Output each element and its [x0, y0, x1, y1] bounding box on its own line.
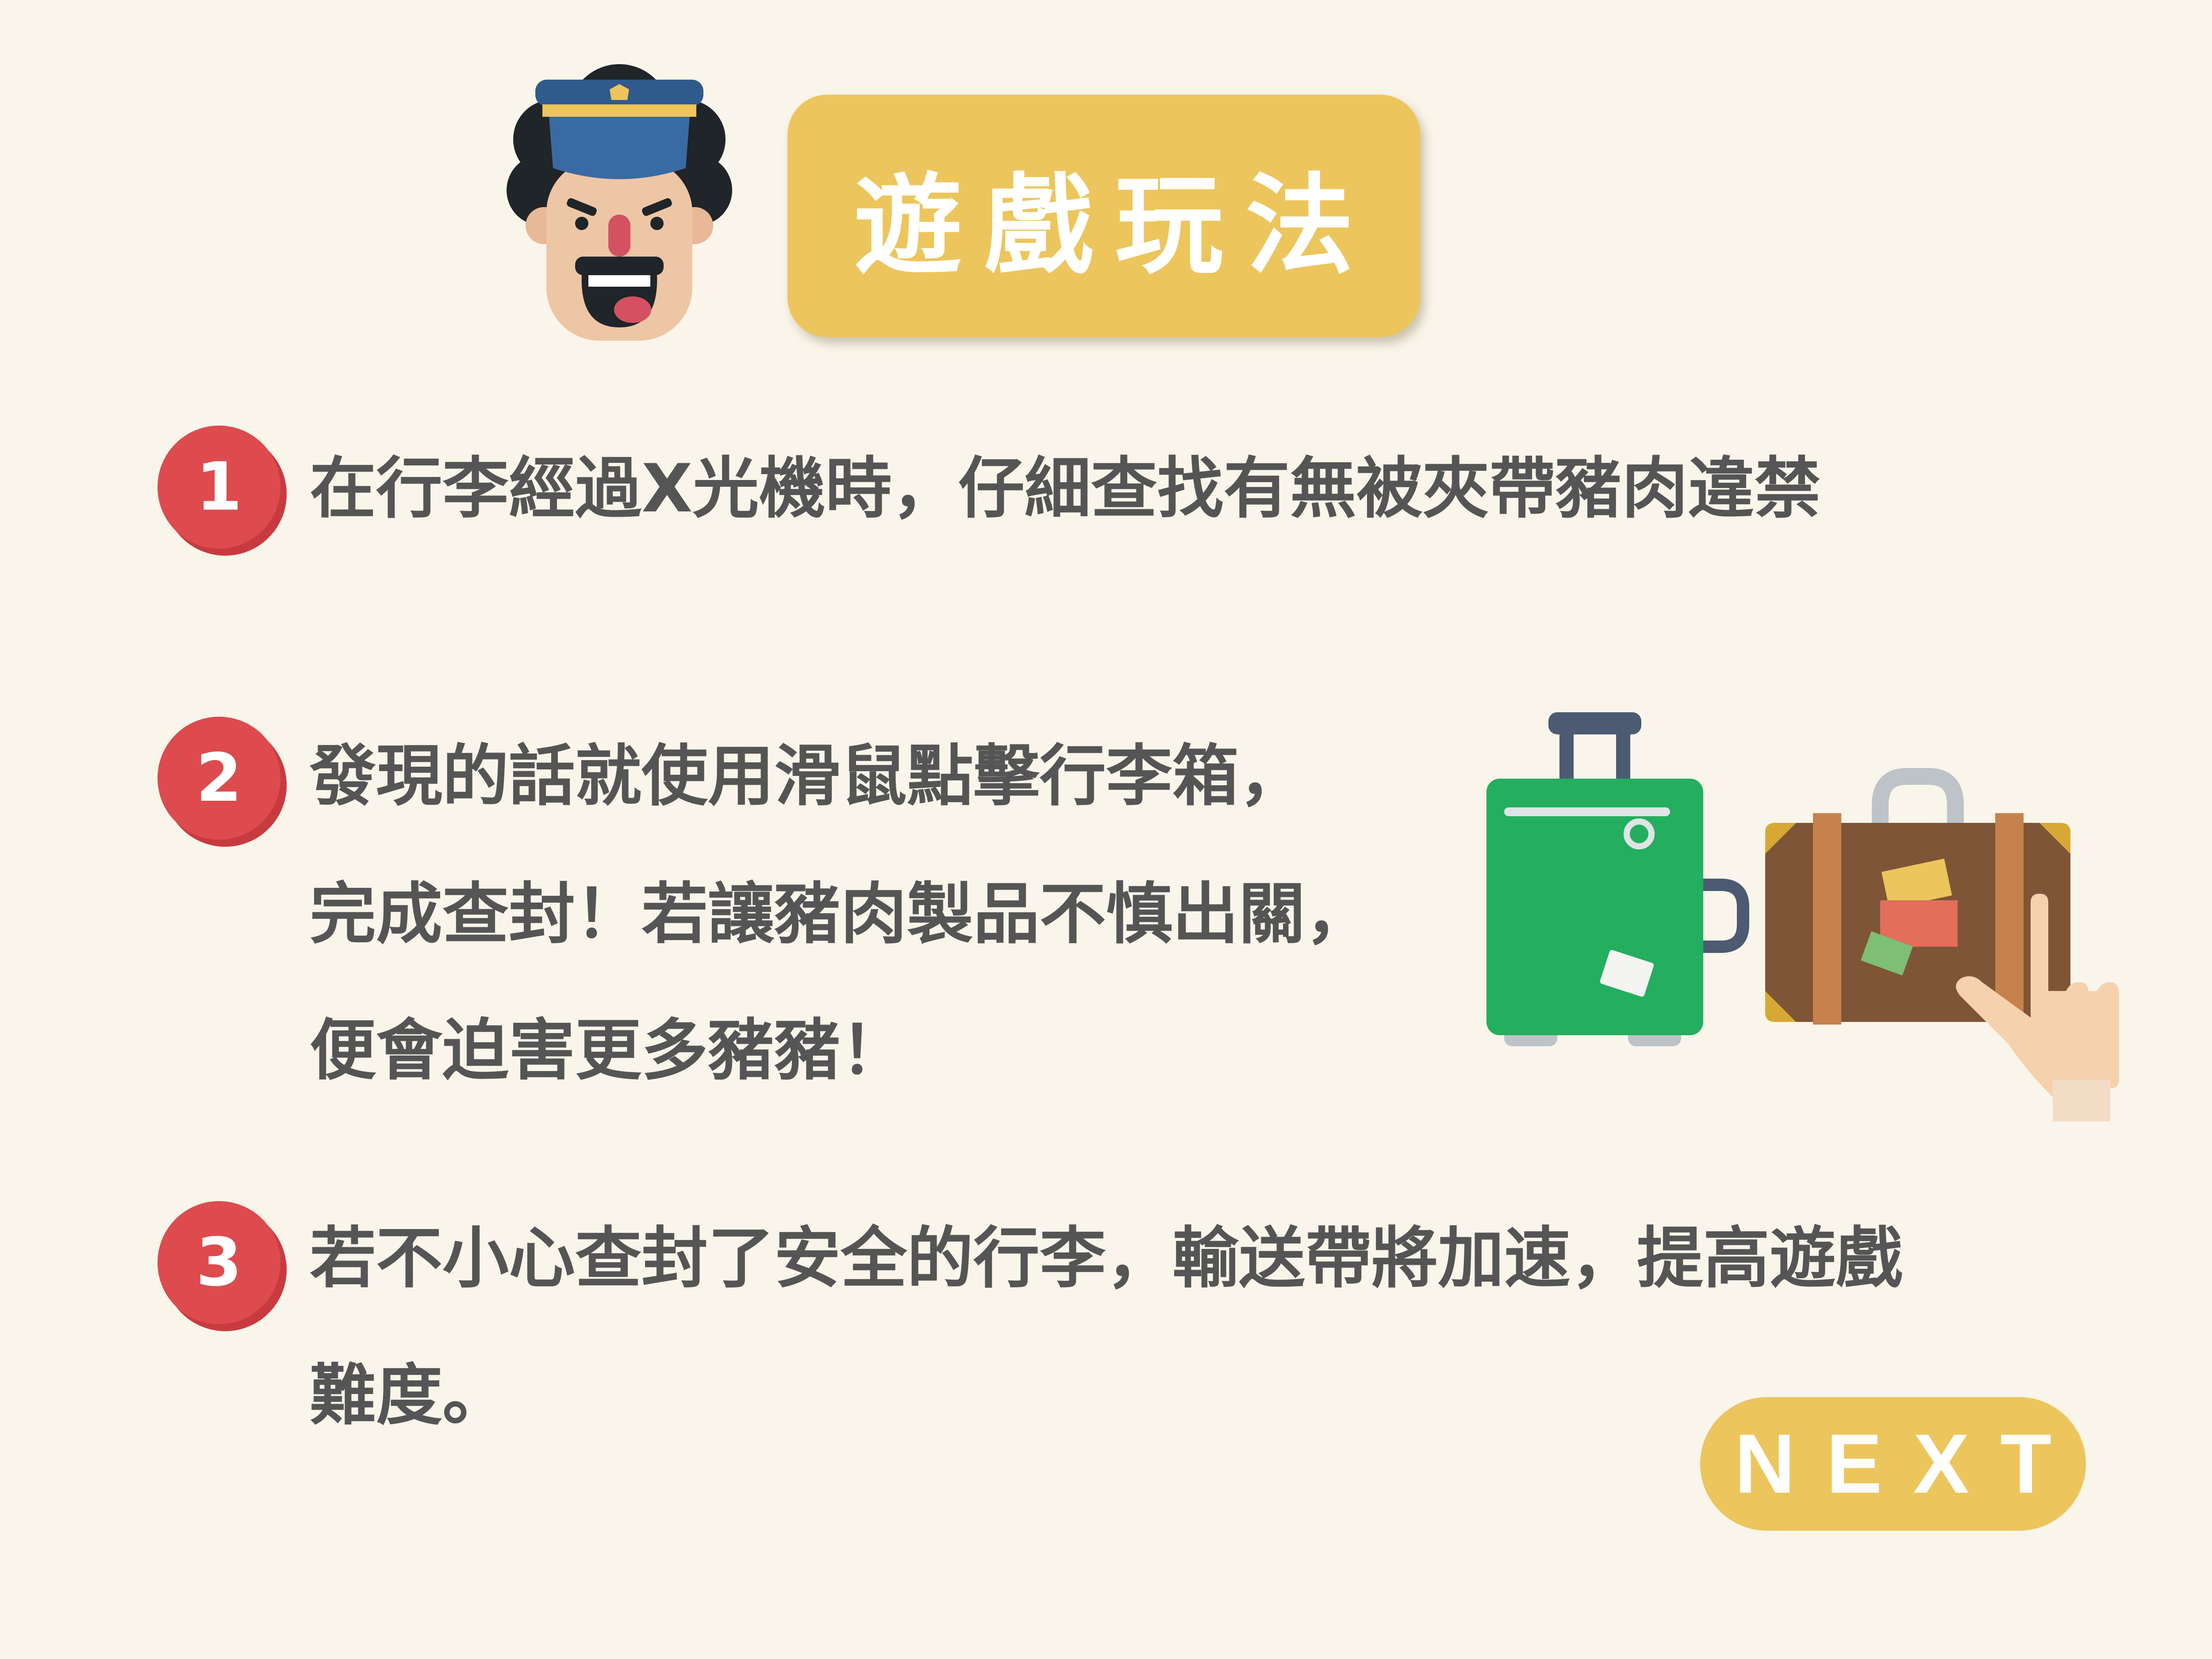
- step-2-text-line-2: 完成查封！若讓豬肉製品不慎出關，: [310, 876, 1372, 953]
- step-number: 3: [196, 1224, 242, 1301]
- customs-officer-icon: [507, 64, 732, 341]
- step-1-text: 在行李經過X光機時，仔細查找有無被夾帶豬肉違禁: [310, 450, 1821, 527]
- step-2-text-line-3: 便會迫害更多豬豬！: [310, 1012, 907, 1089]
- step-1-badge: 1: [157, 426, 280, 549]
- brown-suitcase-icon[interactable]: [1761, 761, 2124, 1124]
- step-3-text-line-2: 難度。: [310, 1357, 509, 1434]
- step-2-badge: 2: [157, 717, 280, 840]
- step-number: 2: [196, 740, 242, 817]
- green-suitcase-icon[interactable]: [1473, 708, 1752, 1057]
- next-button[interactable]: NEXT: [1700, 1397, 2086, 1531]
- step-number: 1: [196, 449, 242, 526]
- step-3-text-line-1: 若不小心查封了安全的行李，輸送帶將加速，提高遊戲: [310, 1220, 1903, 1297]
- step-2-text-line-1: 發現的話就使用滑鼠點擊行李箱，: [310, 738, 1306, 815]
- next-button-label: NEXT: [1734, 1417, 2083, 1511]
- title-banner: 遊戲玩法: [787, 95, 1420, 337]
- step-3-badge: 3: [157, 1201, 280, 1324]
- page-title: 遊戲玩法: [854, 162, 1376, 289]
